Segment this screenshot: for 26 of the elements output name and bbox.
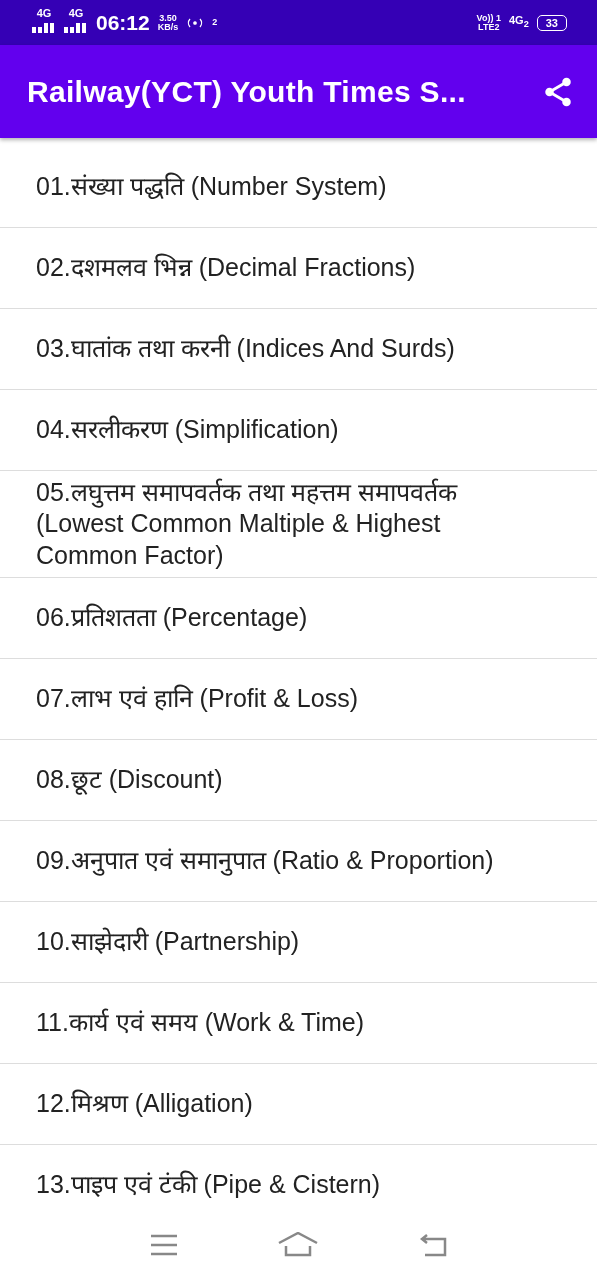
menu-icon[interactable] [150,1234,179,1256]
chapter-item[interactable]: 12.मिश्रण (Alligation) [0,1063,597,1145]
chapter-item[interactable]: 02.दशमलव भिन्न (Decimal Fractions) [0,228,597,309]
chapter-item[interactable]: 04.सरलीकरण (Simplification) [0,390,597,471]
chapter-item[interactable]: 10.साझेदारी (Partnership) [0,901,597,983]
clock: 06:12 [96,10,150,35]
chapter-item[interactable]: 09.अनुपात एवं समानुपात (Ratio & Proportion) [0,820,597,902]
chapter-item[interactable]: 05.लघुत्तम समापवर्तक तथा महत्तम समापवर्तक (Lowest Common Maltiple & Highest Common Factor) [0,471,597,578]
chapter-item[interactable]: 08.छूट (Discount) [0,739,597,821]
speed-unit: KB/s [157,22,179,32]
back-icon[interactable] [418,1233,447,1257]
lte-label: LTE2 [478,22,500,32]
chapter-item[interactable]: 03.घातांक तथा करनी (Indices And Surds) [0,309,597,390]
hotspot-count: 2 [212,18,218,27]
network-type: 4G [36,8,52,19]
network-type: 4G$_{2}$ [508,15,529,30]
chapter-item[interactable]: 01.संख्या पद्धति (Number System) [0,147,597,228]
network-type: 4G [68,8,84,19]
chapter-item[interactable]: 11.कार्य एवं समय (Work & Time) [0,982,597,1064]
battery-indicator: 33 [536,14,567,31]
volte-label: Vo)) 1 [476,13,501,23]
home-icon[interactable] [278,1232,319,1258]
app-title: Railway(YCT) Youth Times S... [27,74,467,109]
chapter-item[interactable]: 06.प्रतिशतता (Percentage) [0,577,597,659]
chapter-item[interactable]: 07.लाभ एवं हानि (Profit & Loss) [0,658,597,740]
speed-value: 3.50 [159,13,177,23]
